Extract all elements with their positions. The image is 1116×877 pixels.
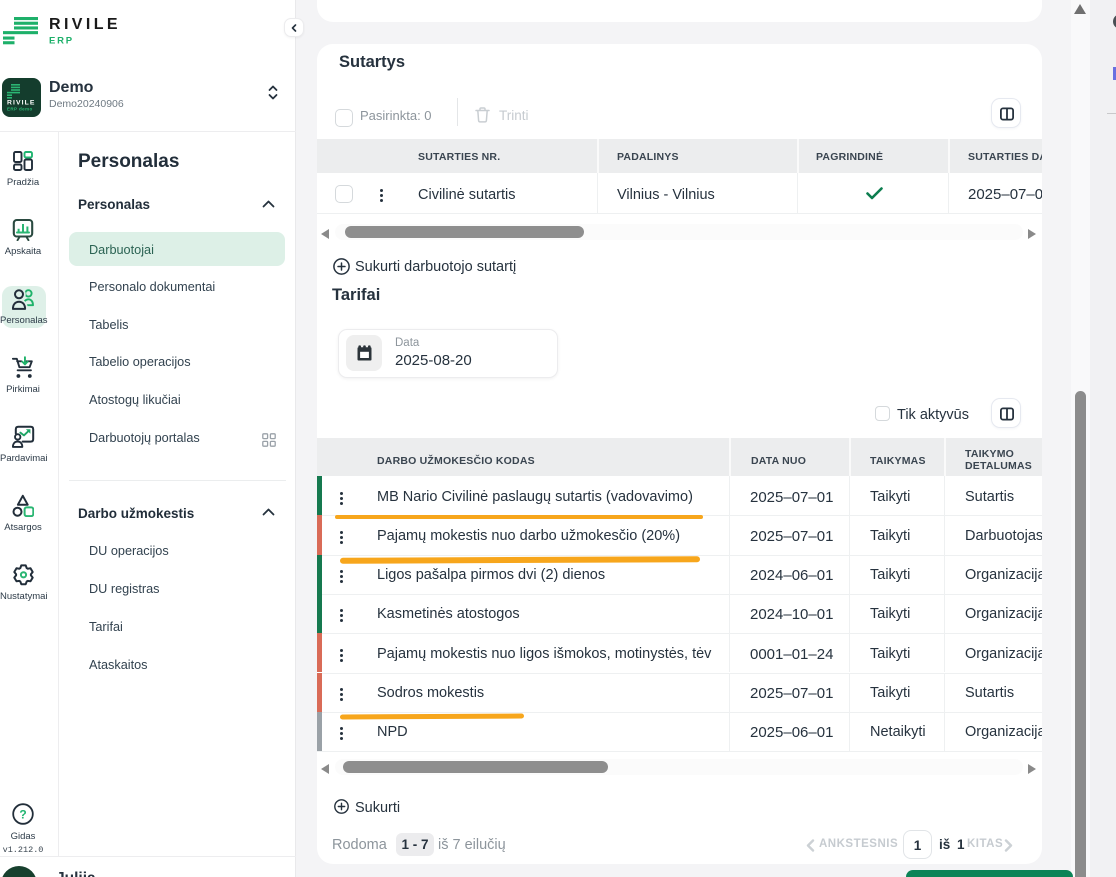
svg-text:ERP: ERP	[49, 35, 74, 45]
svg-text:ERP demo: ERP demo	[7, 107, 33, 112]
svg-text:?: ?	[19, 808, 26, 822]
svg-text:RIVILE: RIVILE	[49, 16, 120, 33]
svg-text:RIVILE: RIVILE	[7, 100, 36, 107]
